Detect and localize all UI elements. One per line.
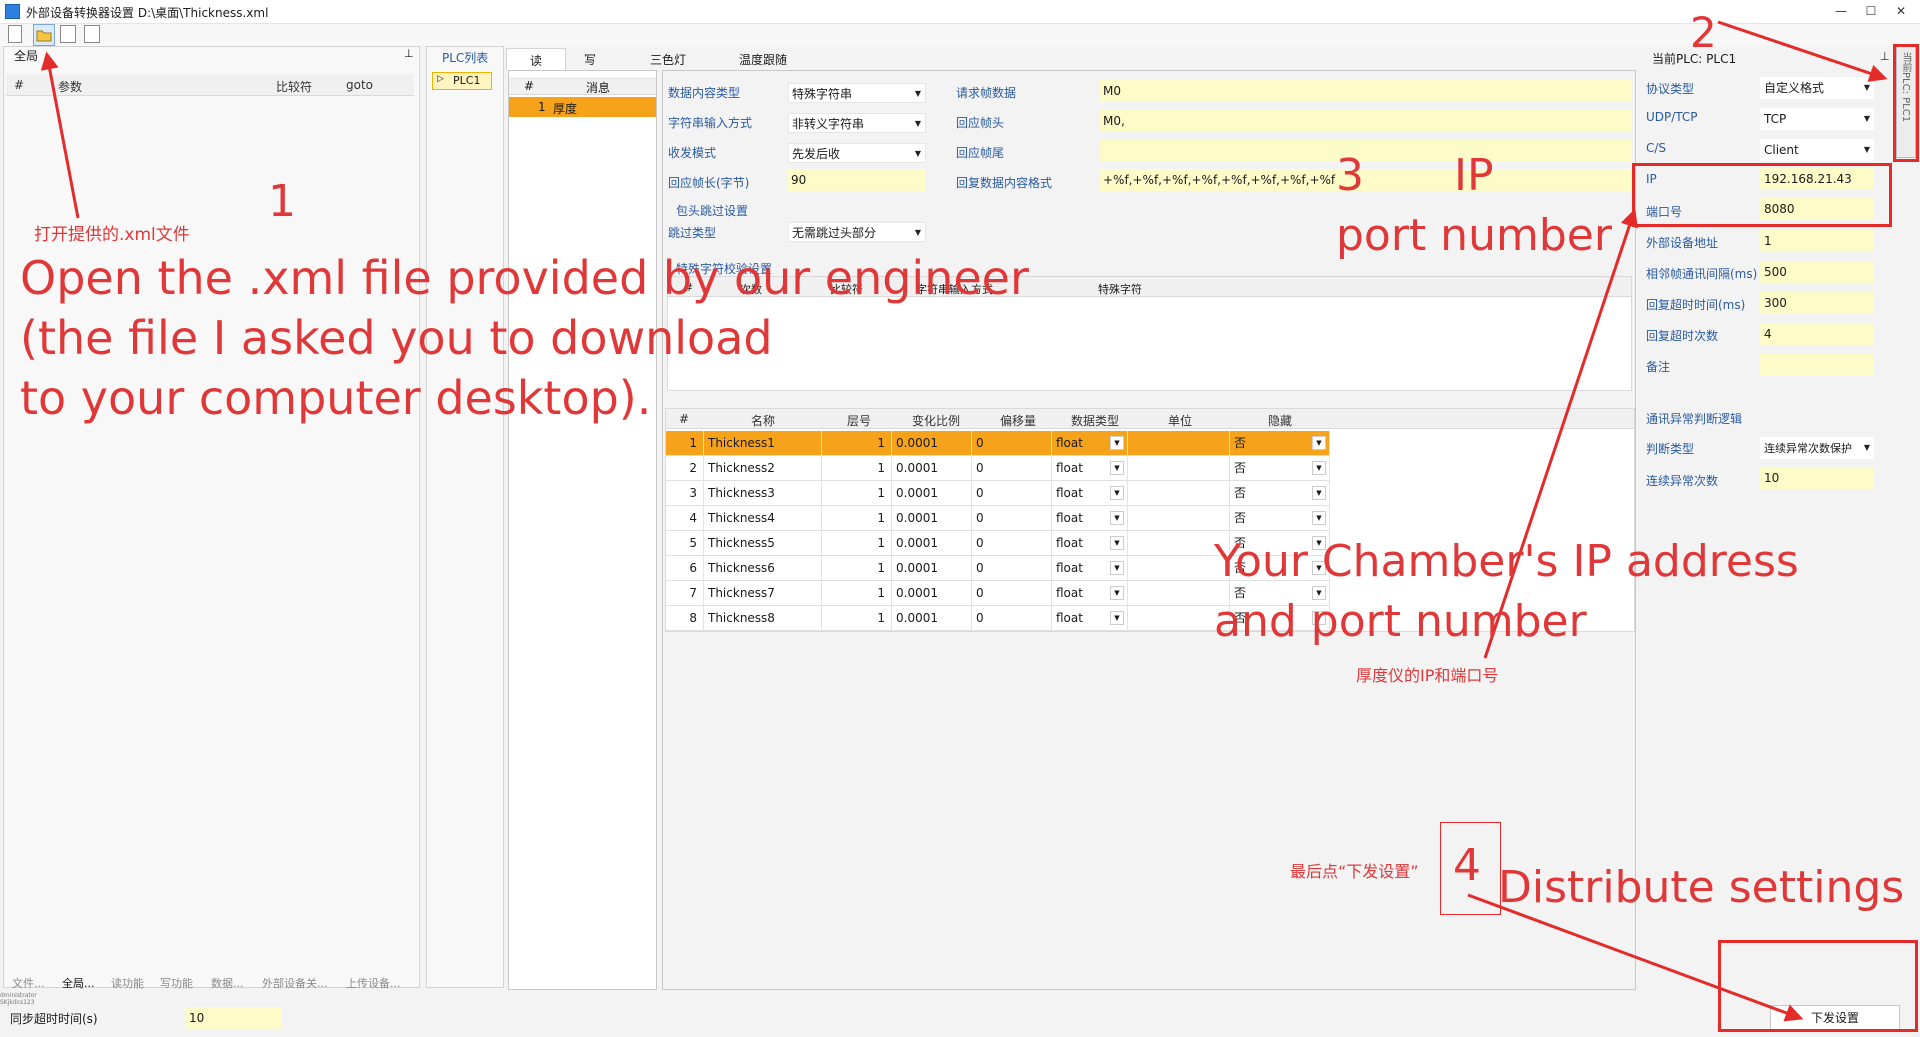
step1-number: 1 bbox=[268, 176, 296, 227]
arrow-to-side-tab bbox=[1717, 20, 1888, 82]
step3-port-text: port number bbox=[1336, 210, 1612, 261]
highlight-box-send-button bbox=[1718, 940, 1918, 1032]
step1-en-line: (the file I asked you to download bbox=[20, 311, 773, 365]
step1-en-line: Open the .xml file provided by our engin… bbox=[20, 251, 1029, 305]
step4-number: 4 bbox=[1453, 840, 1481, 891]
step3-number: 3 bbox=[1336, 150, 1364, 201]
arrow-to-open-button bbox=[40, 51, 80, 219]
step4-en-text: Distribute settings bbox=[1498, 862, 1905, 913]
highlight-box-ip-port bbox=[1632, 163, 1892, 227]
step3-en-text: Your Chamber's IP address and port numbe… bbox=[1214, 532, 1799, 652]
step3-en-line: and port number bbox=[1214, 596, 1587, 647]
step3-cn-text: 厚度仪的IP和端口号 bbox=[1356, 666, 1499, 685]
step4-cn-text: 最后点“下发设置” bbox=[1290, 862, 1419, 881]
highlight-box-side-tab bbox=[1893, 44, 1919, 162]
step3-ip-text: IP bbox=[1454, 150, 1494, 201]
step1-en-line: to your computer desktop). bbox=[20, 371, 652, 425]
step1-en-text: Open the .xml file provided by our engin… bbox=[20, 248, 1029, 428]
step2-number: 2 bbox=[1690, 8, 1717, 57]
step3-en-line: Your Chamber's IP address bbox=[1214, 536, 1799, 587]
step1-cn-text: 打开提供的.xml文件 bbox=[34, 225, 190, 245]
